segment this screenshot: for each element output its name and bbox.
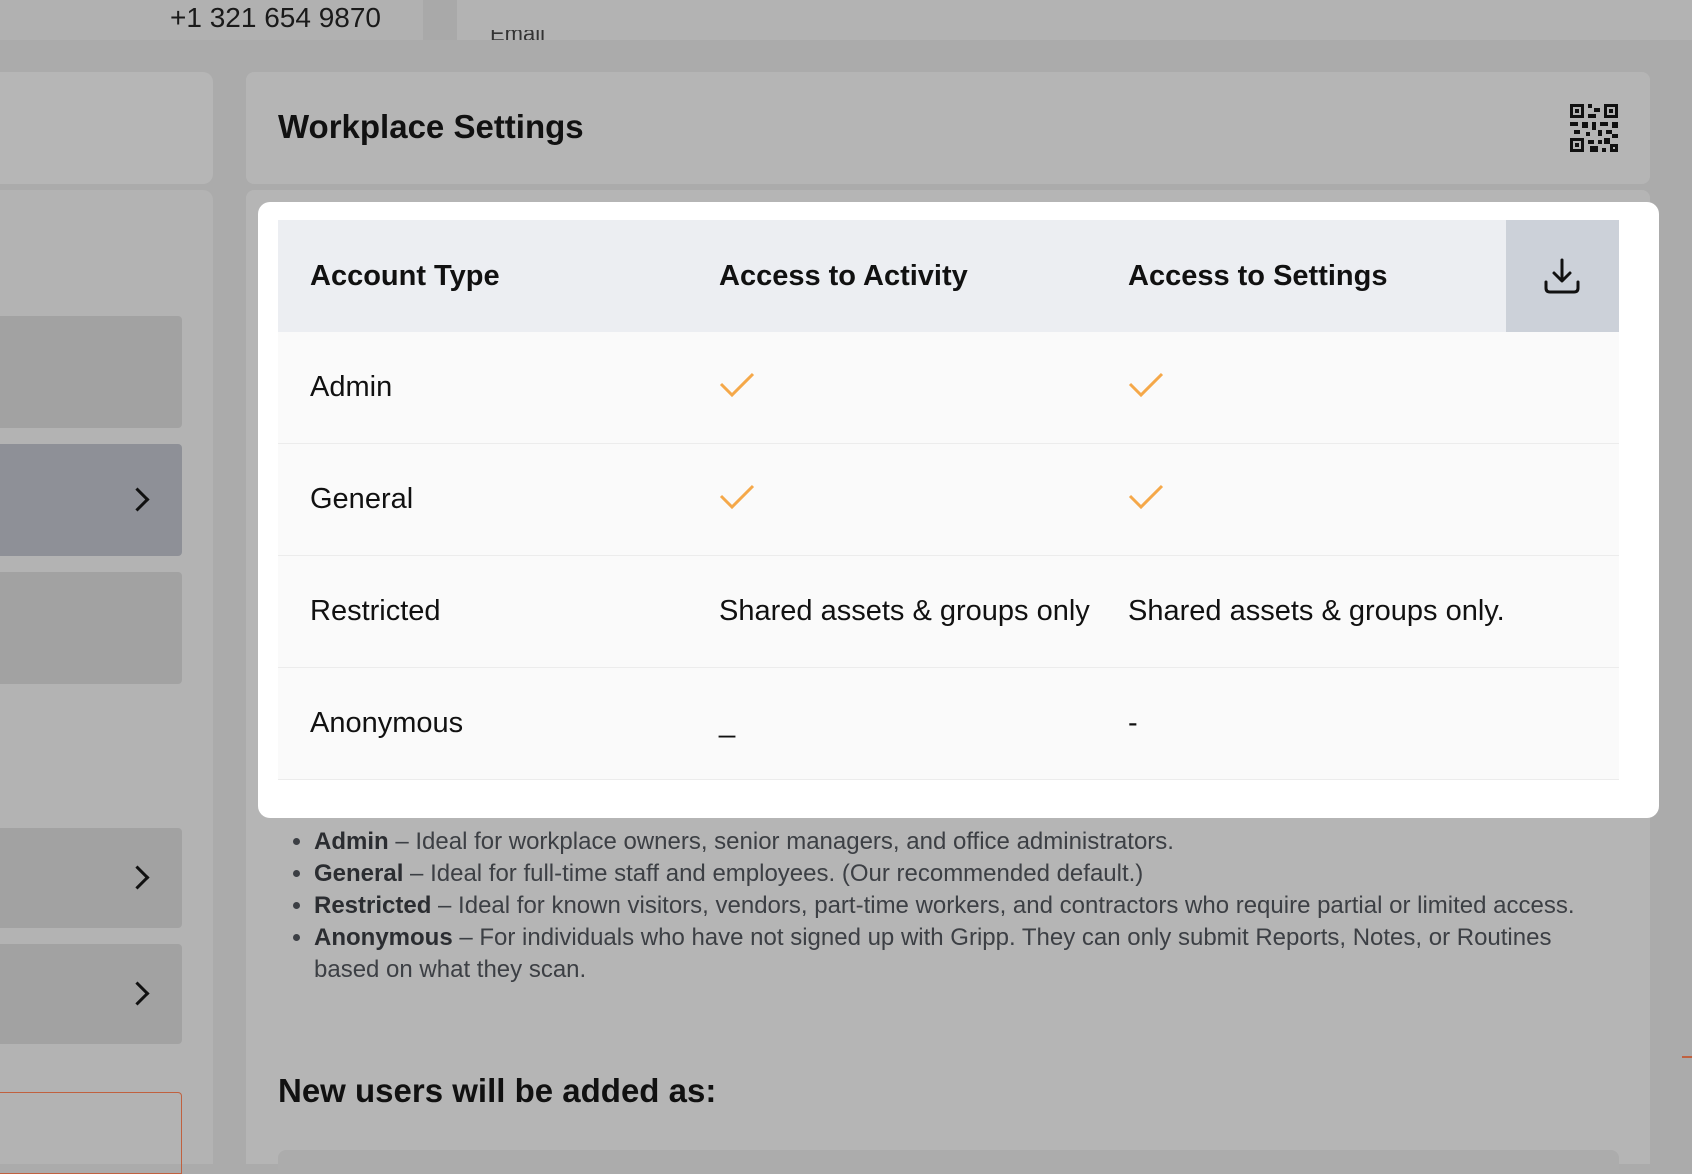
red-edge-mark [1682,1056,1692,1058]
column-header-access-settings: Access to Settings [1128,260,1388,292]
left-nav-item[interactable] [0,944,182,1044]
description-term: Anonymous [314,924,453,951]
description-term: General [314,860,404,887]
description-text: – Ideal for workplace owners, senior man… [388,828,1174,855]
left-nav-item-selected[interactable] [0,444,182,556]
page-title: Workplace Settings [278,108,584,145]
account-type-descriptions: Admin – Ideal for workplace owners, seni… [290,826,1620,986]
download-icon [1544,258,1580,294]
description-item: Anonymous – For individuals who have not… [314,922,1620,986]
phone-number: +1 321 654 9870 [170,2,381,33]
checkmark-icon [719,484,755,510]
chevron-right-icon [125,865,150,890]
left-nav-item[interactable] [0,316,182,428]
email-cell [457,0,1692,40]
column-header-account-type: Account Type [310,260,500,292]
description-term: Restricted [314,892,432,919]
description-item: General – Ideal for full-time staff and … [314,858,1620,890]
checkmark-icon [1128,484,1164,510]
description-item: Restricted – Ideal for known visitors, v… [314,890,1620,922]
checkmark-icon [719,372,755,398]
account-type-cell: Anonymous [310,707,464,739]
checkmark-icon [1128,372,1164,398]
account-type-cell: Admin [310,371,393,403]
table-row: Anonymous _ - [278,668,1619,780]
description-item: Admin – Ideal for workplace owners, seni… [314,826,1620,858]
account-type-cell: Restricted [310,595,441,627]
account-type-cell: General [310,483,414,515]
email-label-cut: Email [490,30,560,40]
left-nav-item[interactable] [0,572,182,684]
access-settings-cell: - [1128,707,1138,739]
access-activity-cell: Shared assets & groups only [719,595,1090,627]
access-activity-cell: _ [719,707,736,739]
access-settings-cell: Shared assets & groups only. [1128,595,1505,627]
chevron-right-icon [125,981,150,1006]
table-row: Admin [278,332,1619,444]
description-term: Admin [314,828,389,855]
column-header-access-activity: Access to Activity [719,260,968,292]
left-outlined-button[interactable] [0,1092,182,1174]
table-row: Restricted Shared assets & groups only S… [278,556,1619,668]
new-users-heading: New users will be added as: [278,1072,717,1109]
default-role-select[interactable] [278,1150,1619,1170]
qr-code-icon[interactable] [1570,104,1618,152]
left-nav-item[interactable] [0,828,182,928]
description-text: – Ideal for full-time staff and employee… [403,860,1144,887]
table-row: General [278,444,1619,556]
download-button[interactable] [1506,220,1619,332]
table-header: Account Type Access to Activity Access t… [278,220,1619,332]
description-text: – Ideal for known visitors, vendors, par… [431,892,1575,919]
description-text: – For individuals who have not signed up… [314,924,1552,983]
left-panel-header [0,72,213,184]
chevron-right-icon [125,487,150,512]
